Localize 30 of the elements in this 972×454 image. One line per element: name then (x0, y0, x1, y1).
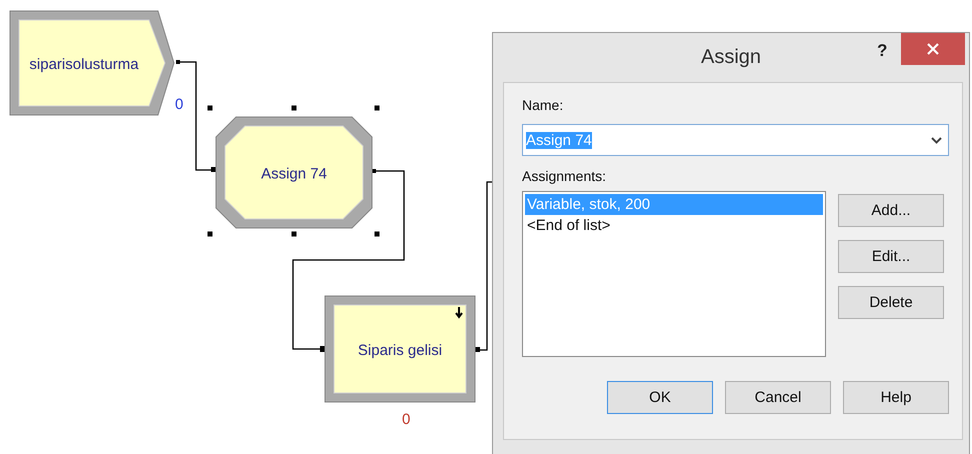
window-title: Assign (700, 46, 762, 69)
counter-label: 0 (402, 411, 410, 428)
side-button[interactable]: Edit... (838, 240, 944, 273)
dialog-button[interactable]: Help (843, 381, 949, 414)
selection-handle[interactable] (292, 232, 296, 236)
side-button[interactable]: Delete (838, 286, 944, 319)
selection-handle[interactable] (374, 106, 380, 110)
dropdown-icon (931, 136, 942, 144)
module-block[interactable] (216, 116, 372, 228)
help-button[interactable]: ? (873, 41, 892, 61)
module-block[interactable] (324, 296, 476, 402)
selection-handle[interactable] (208, 106, 212, 110)
module-label: Assign 74 (261, 166, 327, 182)
selection-handle[interactable] (208, 232, 212, 236)
module-label: Siparis gelisi (358, 342, 442, 359)
dialog-button[interactable]: OK (607, 381, 713, 414)
selection-handle[interactable] (292, 106, 296, 110)
counter-label: 0 (175, 96, 184, 113)
selection-handle[interactable] (374, 232, 380, 236)
dialog-button[interactable]: Cancel (725, 381, 831, 414)
close-button[interactable] (901, 33, 965, 65)
side-button[interactable]: Add... (838, 194, 944, 227)
module-label: siparisolusturma (29, 56, 139, 73)
assignments-label: Assignments: (522, 168, 608, 184)
close-icon (927, 43, 939, 55)
module-block[interactable] (10, 10, 175, 116)
name-value: Assign 74 (526, 132, 592, 148)
arrow-icon (455, 306, 463, 319)
name-label: Name: (522, 97, 564, 113)
list-item[interactable]: <End of list> (525, 215, 823, 236)
